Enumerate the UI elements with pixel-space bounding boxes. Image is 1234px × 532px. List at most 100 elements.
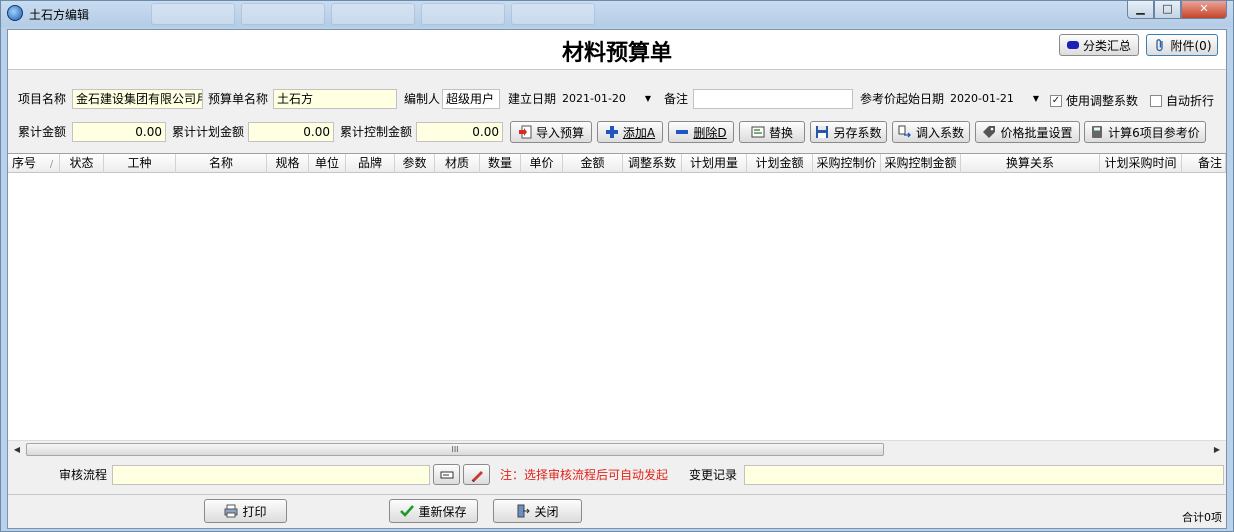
select-flow-button[interactable] bbox=[433, 464, 460, 485]
col-adj-coef[interactable]: 调整系数 bbox=[623, 154, 682, 173]
col-plan-qty[interactable]: 计划用量 bbox=[682, 154, 747, 173]
approval-flow-field[interactable] bbox=[112, 465, 430, 485]
calc-ref-price-button[interactable]: 计算6项目参考价 bbox=[1084, 121, 1206, 143]
editor-field: 超级用户 bbox=[442, 89, 500, 109]
load-coef-label: 调入系数 bbox=[915, 125, 964, 140]
background-tab[interactable] bbox=[151, 3, 235, 25]
import-budget-label: 导入预算 bbox=[535, 125, 584, 140]
col-brand[interactable]: 品牌 bbox=[346, 154, 395, 173]
minimize-button[interactable]: ▁ bbox=[1127, 1, 1154, 19]
background-tab[interactable] bbox=[511, 3, 595, 25]
load-coef-button[interactable]: 调入系数 bbox=[892, 121, 970, 143]
background-tabs bbox=[151, 3, 595, 25]
eraser-icon bbox=[470, 468, 484, 482]
col-param[interactable]: 参数 bbox=[395, 154, 435, 173]
scrollbar-thumb[interactable]: III bbox=[26, 443, 884, 456]
paperclip-icon bbox=[1153, 38, 1167, 52]
delete-button-label: 删除D bbox=[693, 125, 727, 140]
replace-button-label: 替换 bbox=[768, 125, 793, 140]
batch-price-button[interactable]: 价格批量设置 bbox=[975, 121, 1080, 143]
import-doc-icon bbox=[518, 125, 532, 139]
col-seq[interactable]: 序号 / bbox=[8, 154, 60, 173]
scroll-left-icon[interactable]: ◀ bbox=[10, 443, 24, 456]
summary-button[interactable]: 分类汇总 bbox=[1059, 34, 1139, 56]
minus-icon bbox=[675, 125, 689, 139]
col-unit[interactable]: 单位 bbox=[309, 154, 346, 173]
calc-ref-price-label: 计算6项目参考价 bbox=[1108, 125, 1200, 140]
created-date-label: 建立日期 bbox=[508, 92, 557, 106]
budget-name-field[interactable]: 土石方 bbox=[273, 89, 397, 109]
app-logo-icon bbox=[7, 5, 23, 21]
add-button-label: 添加A bbox=[622, 125, 656, 140]
close-window-button[interactable]: ✕ bbox=[1181, 1, 1227, 19]
title-bar: 土石方编辑 ▁ □ ✕ bbox=[1, 1, 1233, 27]
window-controls: ▁ □ ✕ bbox=[1127, 1, 1227, 19]
use-coef-checkbox[interactable]: ✓ 使用调整系数 bbox=[1050, 92, 1138, 109]
ref-date-label: 参考价起始日期 bbox=[860, 92, 945, 106]
approval-flow-label: 审核流程 bbox=[59, 468, 108, 482]
change-log-field[interactable] bbox=[744, 465, 1224, 485]
col-amount[interactable]: 金额 bbox=[563, 154, 623, 173]
editor-label: 编制人 bbox=[404, 92, 441, 106]
horizontal-scrollbar[interactable]: ◀ III ▶ bbox=[8, 440, 1226, 457]
page-title: 材料预算单 bbox=[561, 41, 672, 66]
col-material[interactable]: 材质 bbox=[435, 154, 480, 173]
plus-icon bbox=[605, 125, 619, 139]
divider bbox=[8, 494, 1226, 495]
app-window: 土石方编辑 ▁ □ ✕ 材料预算单 分类汇总 附件(0) 项目名称 金石建设集团… bbox=[0, 0, 1234, 532]
close-button[interactable]: 关闭 bbox=[493, 499, 582, 523]
attachment-button[interactable]: 附件(0) bbox=[1146, 34, 1218, 56]
col-qty[interactable]: 数量 bbox=[480, 154, 521, 173]
col-worktype[interactable]: 工种 bbox=[104, 154, 176, 173]
item-count: 合计0项 bbox=[1182, 511, 1222, 524]
control-total-label: 累计控制金额 bbox=[340, 125, 413, 139]
use-coef-label: 使用调整系数 bbox=[1066, 94, 1139, 108]
project-field[interactable]: 金石建设集团有限公司月 bbox=[72, 89, 203, 109]
print-button-label: 打印 bbox=[242, 504, 267, 519]
floppy-disk-icon bbox=[815, 125, 829, 139]
replace-button[interactable]: 替换 bbox=[739, 121, 805, 143]
col-plan-purchase-time[interactable]: 计划采购时间 bbox=[1100, 154, 1182, 173]
col-spec[interactable]: 规格 bbox=[267, 154, 309, 173]
resave-button[interactable]: 重新保存 bbox=[389, 499, 478, 523]
editor-panel: 材料预算单 分类汇总 附件(0) 项目名称 金石建设集团有限公司月 预算单名称 … bbox=[7, 29, 1227, 529]
price-tag-icon bbox=[982, 125, 996, 139]
background-tab[interactable] bbox=[331, 3, 415, 25]
background-tab[interactable] bbox=[241, 3, 325, 25]
col-purchase-ctrl-amount[interactable]: 采购控制金额 bbox=[881, 154, 961, 173]
auto-wrap-label: 自动折行 bbox=[1166, 94, 1215, 108]
delete-button[interactable]: 删除D bbox=[668, 121, 734, 143]
project-label: 项目名称 bbox=[18, 92, 67, 106]
auto-wrap-checkbox[interactable]: 自动折行 bbox=[1150, 92, 1214, 109]
remark-field[interactable] bbox=[693, 89, 853, 109]
plan-total-label: 累计计划金额 bbox=[172, 125, 245, 139]
clear-flow-button[interactable] bbox=[463, 464, 490, 485]
add-button[interactable]: 添加A bbox=[597, 121, 663, 143]
blue-pill-icon bbox=[1066, 41, 1079, 49]
remark-label: 备注 bbox=[664, 92, 689, 106]
col-remark[interactable]: 备注 bbox=[1182, 154, 1226, 173]
created-date-picker[interactable]: 2021-01-20 ▼ bbox=[558, 89, 653, 109]
col-purchase-ctrl-price[interactable]: 采购控制价 bbox=[813, 154, 881, 173]
col-price[interactable]: 单价 bbox=[521, 154, 563, 173]
col-name[interactable]: 名称 bbox=[176, 154, 267, 173]
header: 材料预算单 分类汇总 附件(0) bbox=[8, 30, 1226, 70]
import-budget-button[interactable]: 导入预算 bbox=[510, 121, 592, 143]
print-button[interactable]: 打印 bbox=[204, 499, 287, 523]
change-log-label: 变更记录 bbox=[689, 468, 738, 482]
background-tab[interactable] bbox=[421, 3, 505, 25]
col-plan-amount[interactable]: 计划金额 bbox=[747, 154, 813, 173]
save-coef-button[interactable]: 另存系数 bbox=[810, 121, 887, 143]
checkbox-checked-icon: ✓ bbox=[1050, 94, 1062, 107]
scroll-right-icon[interactable]: ▶ bbox=[1210, 443, 1224, 456]
col-status[interactable]: 状态 bbox=[60, 154, 104, 173]
maximize-button[interactable]: □ bbox=[1154, 1, 1181, 19]
col-conversion[interactable]: 换算关系 bbox=[961, 154, 1100, 173]
total-amount-label: 累计金额 bbox=[18, 125, 67, 139]
total-amount-field: 0.00 bbox=[72, 122, 166, 142]
ref-date-picker[interactable]: 2020-01-21 ▼ bbox=[946, 89, 1041, 109]
close-button-label: 关闭 bbox=[534, 504, 559, 519]
calculator-icon bbox=[1090, 125, 1104, 139]
summary-button-label: 分类汇总 bbox=[1082, 38, 1131, 53]
chevron-down-icon: ▼ bbox=[1032, 94, 1039, 103]
